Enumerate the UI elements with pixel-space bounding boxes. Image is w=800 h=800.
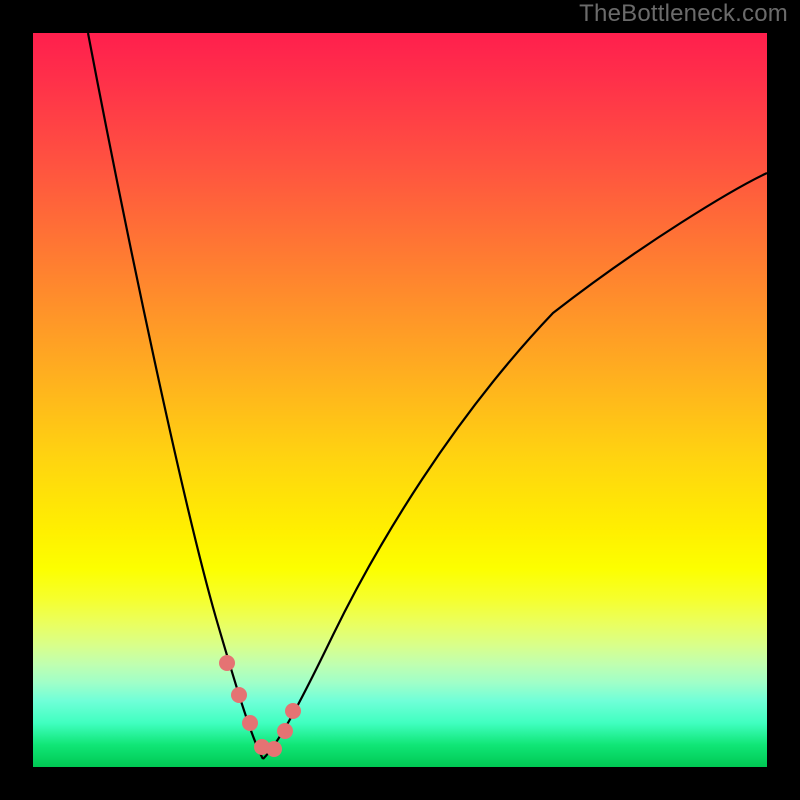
dot (277, 723, 293, 739)
dot (266, 741, 282, 757)
chart-plot-area (33, 33, 767, 767)
bottleneck-curve-left (88, 33, 263, 759)
dot (242, 715, 258, 731)
dot (231, 687, 247, 703)
watermark-text: TheBottleneck.com (579, 0, 788, 28)
chart-svg (33, 33, 767, 767)
dot (285, 703, 301, 719)
bottleneck-curve-right (263, 173, 767, 759)
dot (219, 655, 235, 671)
